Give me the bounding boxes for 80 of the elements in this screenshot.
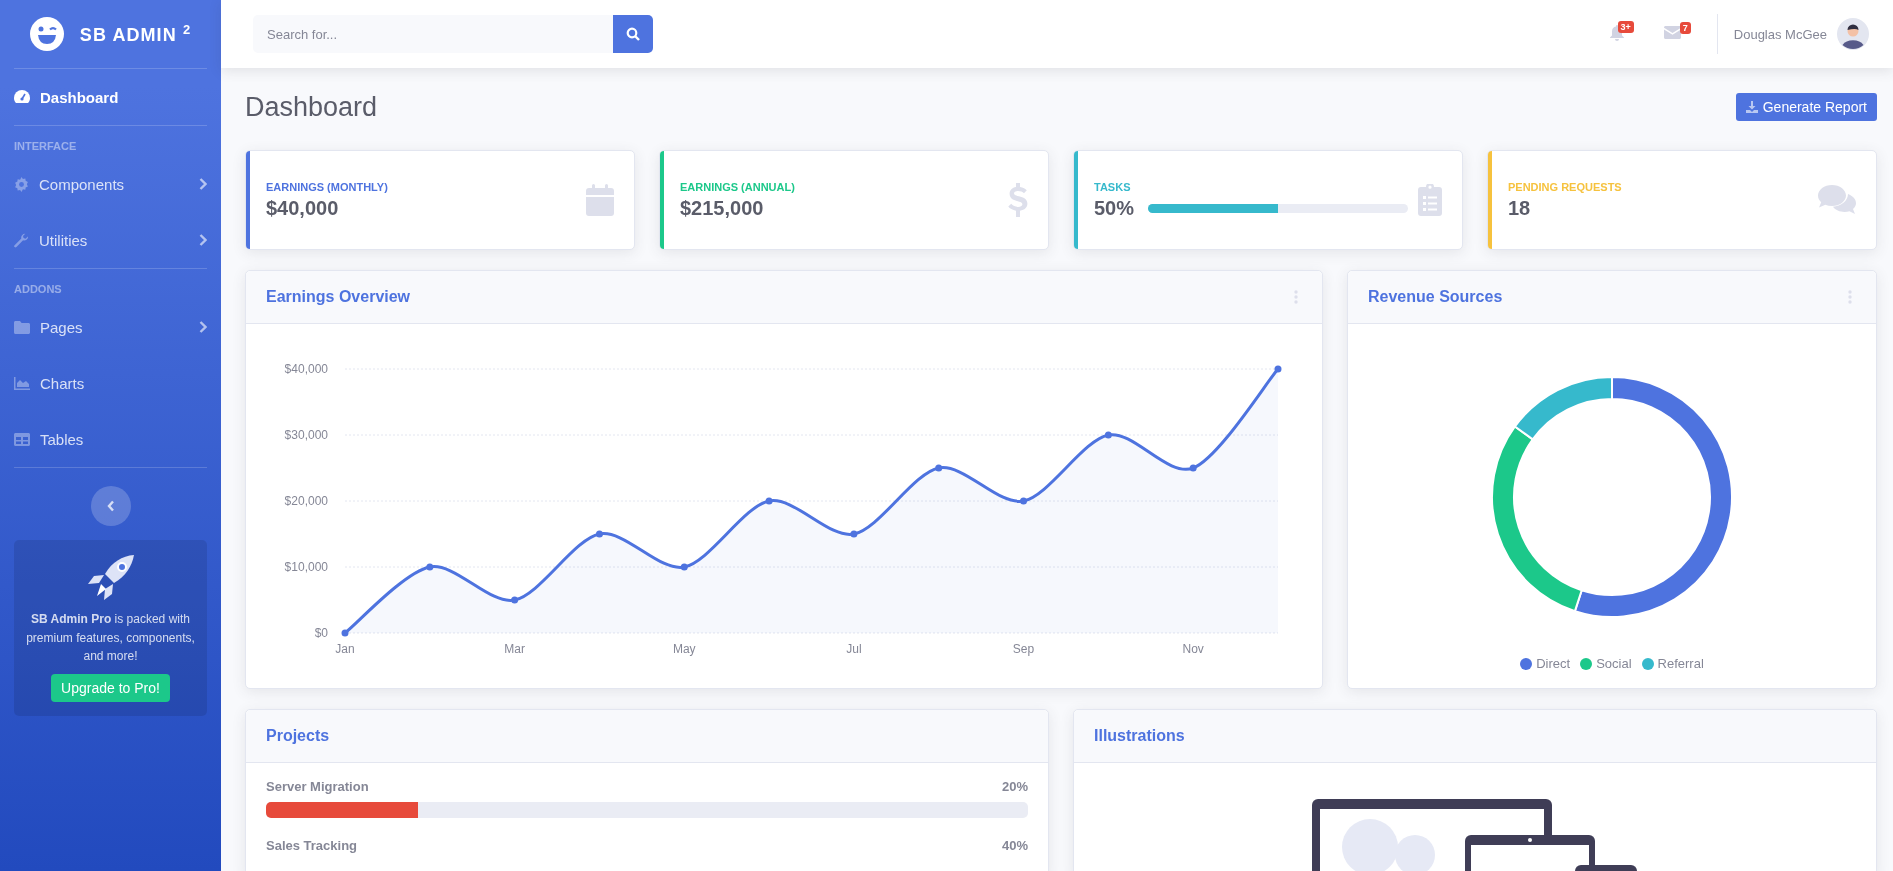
page-title: Dashboard	[245, 91, 378, 123]
x-axis-label: Mar	[504, 642, 525, 656]
x-axis-label: Sep	[1012, 642, 1035, 656]
data-point	[426, 563, 434, 571]
sidebar-item[interactable]: Utilities	[0, 212, 221, 268]
stat-title: PENDING REQUESTS	[1508, 180, 1623, 193]
stat-title: TASKS	[1094, 180, 1132, 193]
data-point	[850, 530, 858, 538]
sidebar-item[interactable]: Components	[0, 156, 221, 212]
data-point	[1104, 431, 1112, 439]
legend-label: Social	[1596, 656, 1632, 671]
wrench-icon	[14, 232, 29, 248]
folder-icon	[14, 320, 30, 334]
y-axis-label: $10,000	[284, 560, 328, 574]
y-axis-label: $40,000	[284, 362, 328, 376]
alerts-badge: 3+	[1617, 20, 1634, 33]
stat-title: EARNINGS (MONTHLY)	[266, 180, 389, 193]
y-axis-label: $30,000	[284, 428, 328, 442]
download-icon	[1745, 101, 1758, 113]
card-title: Earnings Overview	[266, 288, 411, 306]
project-percent: 40%	[1001, 838, 1028, 853]
gauge-icon	[14, 90, 30, 104]
promo-text: SB Admin Pro is packed with premium features, components, and more!	[25, 611, 196, 666]
legend-label: Direct	[1536, 656, 1571, 671]
card-title: Projects	[266, 727, 330, 745]
envelope-icon	[1663, 26, 1681, 39]
sidebar-heading: INTERFACE	[13, 139, 78, 154]
project-percent: 20%	[1001, 779, 1028, 794]
table-icon	[14, 432, 30, 446]
messages-button[interactable]: 7	[1651, 18, 1693, 50]
data-point	[765, 497, 773, 505]
stat-value: $215,000	[680, 196, 764, 220]
sidebar-item[interactable]: Tables	[0, 411, 221, 467]
data-point	[341, 629, 349, 637]
messages-badge: 7	[1679, 22, 1691, 34]
y-axis-label: $0	[314, 626, 328, 640]
sidebar-heading: ADDONS	[13, 282, 63, 297]
stat-title: EARNINGS (ANNUAL)	[680, 180, 796, 193]
clipboard-icon	[1418, 184, 1442, 216]
sidebar-item[interactable]: Charts	[0, 355, 221, 411]
data-point	[511, 596, 519, 604]
brand-name[interactable]: SB ADMIN $^{2}$	[79, 22, 192, 46]
data-point	[1020, 497, 1028, 505]
card-title: Illustrations	[1094, 727, 1185, 745]
legend-label: Referral	[1657, 656, 1704, 671]
data-point	[1189, 464, 1197, 472]
data-point	[595, 530, 603, 538]
card-title: Revenue Sources	[1368, 288, 1503, 306]
upgrade-button[interactable]: Upgrade to Pro!	[51, 673, 170, 702]
project-name: Sales Tracking	[266, 838, 358, 853]
data-point	[680, 563, 688, 571]
x-axis-label: Nov	[1182, 642, 1204, 656]
generate-report-button[interactable]: Generate Report	[1735, 93, 1877, 121]
y-axis-label: $20,000	[284, 494, 328, 508]
stat-value: $40,000	[266, 196, 339, 220]
avatar-icon[interactable]	[1837, 18, 1869, 50]
calendar-icon	[586, 184, 614, 216]
area-chart-icon	[14, 376, 30, 390]
search-icon	[626, 27, 640, 41]
user-name[interactable]: Douglas McGee	[1733, 26, 1827, 42]
search-field[interactable]: Search for...	[253, 15, 613, 53]
x-axis-label: Jan	[335, 642, 355, 656]
stat-value: 18	[1508, 196, 1531, 220]
speech-bubbles-icon	[1818, 185, 1856, 215]
data-point	[935, 464, 943, 472]
sidebar-item[interactable]: Pages	[0, 299, 221, 355]
sidebar-item[interactable]: Dashboard	[0, 69, 221, 125]
x-axis-label: May	[672, 642, 696, 656]
dollar-icon	[1008, 183, 1028, 217]
x-axis-label: Jul	[846, 642, 862, 656]
project-name: Server Migration	[266, 779, 369, 794]
settings-icon	[14, 176, 29, 192]
search-button[interactable]	[613, 15, 653, 53]
sidebar-toggle-button[interactable]	[90, 486, 131, 526]
data-point	[1274, 365, 1282, 373]
rocket-icon	[85, 554, 136, 602]
laughing-face-icon	[29, 17, 64, 51]
chevron-left-icon	[106, 500, 115, 512]
stat-value: 50%	[1094, 196, 1135, 220]
alerts-button[interactable]: 3+	[1597, 16, 1636, 52]
